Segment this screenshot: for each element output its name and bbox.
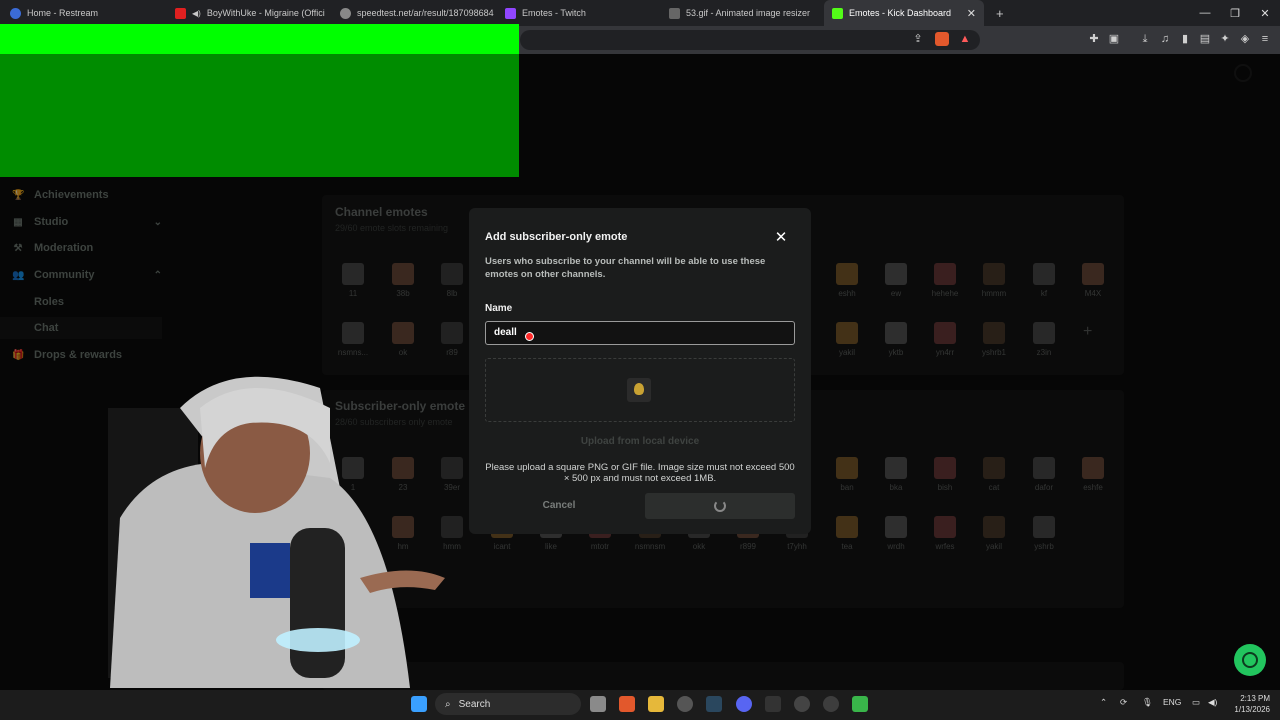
tab-label: speedtest.net/ar/result/18709868402 [357, 8, 494, 18]
kick-icon [832, 7, 843, 19]
close-tab-icon[interactable]: ✕ [967, 7, 976, 20]
support-chat-button[interactable] [1234, 644, 1266, 676]
loading-spinner-icon [714, 500, 726, 512]
share-icon[interactable]: ⇪ [911, 32, 925, 46]
language-indicator[interactable]: ENG [1163, 697, 1181, 707]
new-tab-button[interactable]: + [988, 0, 1008, 26]
extensions-icon[interactable]: ✚ [1087, 32, 1101, 46]
tab-kick-dashboard[interactable]: Emotes - Kick Dashboard ✕ [824, 0, 984, 26]
webcam-overlay [108, 376, 445, 688]
brave-shield-icon[interactable] [935, 32, 949, 46]
tab-label: Emotes - Twitch [522, 8, 586, 18]
screenshot-icon[interactable]: ▣ [1107, 32, 1121, 46]
spreadsheet-icon[interactable] [852, 696, 868, 712]
speaker-icon: ◀) [192, 8, 201, 18]
ezgif-icon [669, 7, 680, 19]
tab-label: Emotes - Kick Dashboard [849, 8, 952, 18]
menu-icon[interactable]: ≡ [1258, 32, 1272, 46]
brave-rewards-icon[interactable]: ▲ [958, 32, 972, 46]
restore-icon[interactable]: ❐ [1220, 0, 1250, 26]
restream-icon [10, 7, 21, 19]
tab-restream[interactable]: Home - Restream [2, 0, 166, 26]
microphone-icon[interactable]: 🎙 [1142, 697, 1153, 708]
steam-icon[interactable] [706, 696, 722, 712]
download-icon[interactable]: ⤓ [1138, 32, 1152, 46]
browser-tab-bar: Home - Restream ◀) BoyWithUke - Migraine… [0, 0, 1280, 26]
sync-icon[interactable]: ⟳ [1120, 697, 1127, 708]
upload-requirements-text: Please upload a square PNG or GIF file. … [485, 462, 795, 484]
minimize-icon[interactable]: — [1190, 0, 1220, 26]
discord-icon[interactable] [736, 696, 752, 712]
xbox-icon[interactable] [794, 696, 810, 712]
clock-time: 2:13 PM [1240, 694, 1270, 703]
cancel-button[interactable]: Cancel [485, 493, 633, 519]
network-icon[interactable]: ▭ [1192, 697, 1200, 708]
epic-games-icon[interactable] [765, 696, 781, 712]
submit-button[interactable] [645, 493, 795, 519]
close-window-icon[interactable]: ✕ [1250, 0, 1280, 26]
name-label: Name [485, 303, 513, 314]
twitch-icon [505, 7, 516, 19]
modal-title: Add subscriber-only emote [485, 231, 628, 243]
leo-icon[interactable]: ✦ [1218, 32, 1232, 46]
brave-browser-icon[interactable] [619, 696, 635, 712]
clock-date: 1/13/2026 [1234, 705, 1270, 714]
plus-icon: + [996, 5, 1004, 21]
tab-gif-resizer[interactable]: 53.gif - Animated image resizer [661, 0, 821, 26]
vpn-icon[interactable]: ◈ [1238, 32, 1252, 46]
tab-label: BoyWithUke - Migraine (Official [206, 8, 325, 18]
speedtest-icon [340, 7, 351, 19]
chevron-up-icon[interactable]: ⌃ [1100, 697, 1107, 708]
sidebar-icon[interactable]: ▮ [1178, 32, 1192, 46]
youtube-icon [175, 7, 186, 19]
close-icon[interactable]: ✕ [772, 228, 790, 246]
add-emote-modal: Add subscriber-only emote ✕ Users who su… [469, 208, 811, 534]
taskbar-clock[interactable]: 2:13 PM 1/13/2026 [1222, 693, 1270, 715]
tab-twitch[interactable]: Emotes - Twitch [497, 0, 657, 26]
tab-label: 53.gif - Animated image resizer [686, 8, 811, 18]
upload-from-device-button[interactable]: Upload from local device [485, 436, 795, 447]
wallet-icon[interactable]: ▤ [1198, 32, 1212, 46]
windows-start-icon[interactable] [411, 696, 427, 712]
search-label: Search [458, 698, 491, 710]
modal-description: Users who subscribe to your channel will… [485, 256, 766, 280]
obs-icon[interactable] [677, 696, 693, 712]
taskbar-search[interactable]: ⌕ Search [435, 693, 581, 715]
emote-preview-thumbnail [627, 378, 651, 402]
search-icon: ⌕ [445, 698, 451, 710]
tab-youtube[interactable]: ◀) BoyWithUke - Migraine (Official [167, 0, 325, 26]
tab-label: Home - Restream [27, 8, 99, 18]
volume-icon[interactable]: ◀) [1208, 697, 1217, 708]
folder-icon[interactable] [648, 696, 664, 712]
windows-taskbar [0, 690, 1280, 720]
not-allowed-cursor-icon [525, 332, 534, 341]
file-explorer-store-icon[interactable] [590, 696, 606, 712]
music-icon[interactable]: ♫ [1158, 32, 1172, 46]
tab-speedtest[interactable]: speedtest.net/ar/result/18709868402 [332, 0, 494, 26]
app-icon[interactable] [823, 696, 839, 712]
